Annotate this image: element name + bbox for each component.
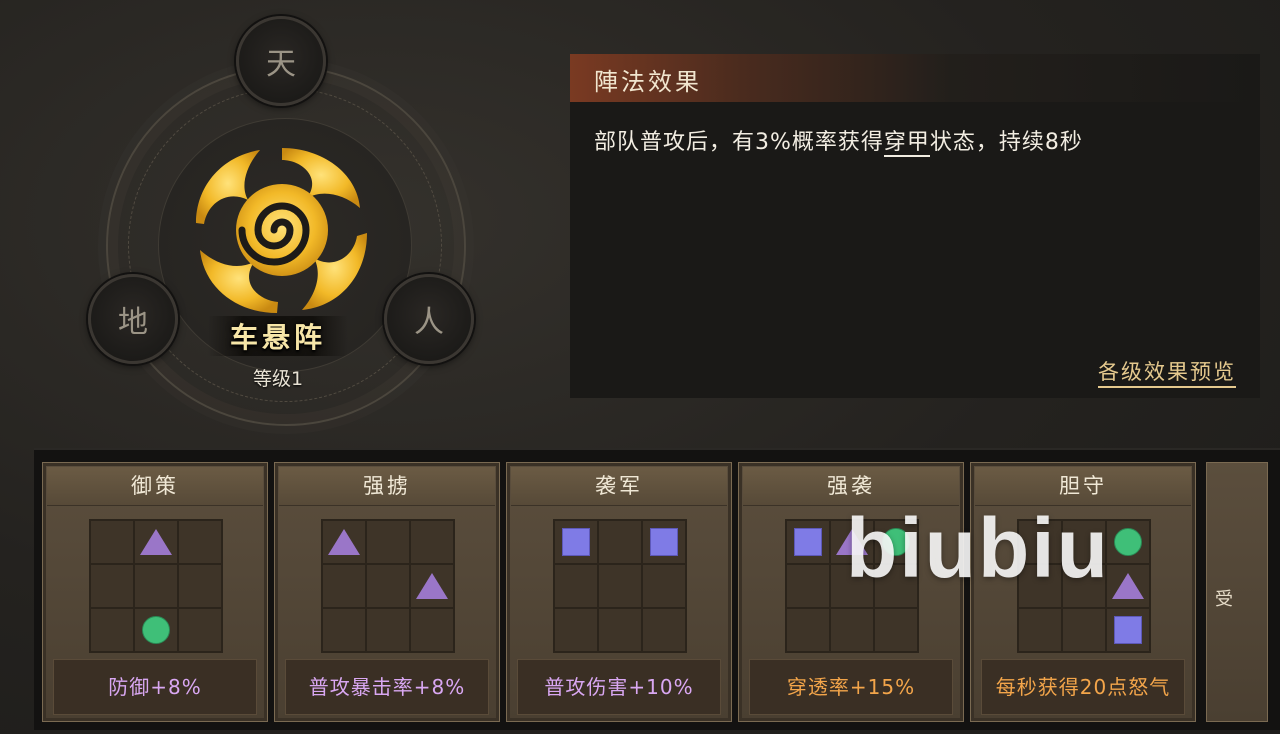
formation-grid (321, 519, 455, 653)
heaven-node[interactable]: 天 (236, 16, 326, 106)
grid-cell (874, 608, 918, 652)
grid-cell (366, 608, 410, 652)
formation-card[interactable]: 袭军普攻伤害+10% (506, 462, 732, 722)
grid-cell (1106, 520, 1150, 564)
human-node-glyph: 人 (414, 305, 444, 340)
grid-cell (642, 520, 686, 564)
square-unit-icon (562, 528, 590, 556)
grid-cell (178, 520, 222, 564)
triangle-unit-icon (1112, 573, 1144, 599)
grid-cell (410, 564, 454, 608)
card-bonus: 每秒获得20点怒气 (981, 659, 1185, 715)
grid-cell (1062, 608, 1106, 652)
human-node[interactable]: 人 (384, 274, 474, 364)
card-bonus: 普攻暴击率+8% (285, 659, 489, 715)
swirl-formation-icon (196, 148, 367, 313)
triangle-unit-icon (140, 529, 172, 555)
grid-cell (554, 608, 598, 652)
grid-cell (178, 564, 222, 608)
triangle-unit-icon (416, 573, 448, 599)
square-unit-icon (794, 528, 822, 556)
grid-cell (322, 520, 366, 564)
level-effects-preview-link[interactable]: 各级效果预览 (1098, 356, 1236, 388)
grid-cell (134, 564, 178, 608)
heaven-node-glyph: 天 (266, 47, 296, 82)
card-bonus: 普攻伤害+10% (517, 659, 721, 715)
card-bonus: 防御+8% (53, 659, 257, 715)
formation-level: 等级1 (252, 368, 304, 390)
effect-title: 陣法效果 (594, 68, 702, 96)
grid-cell (598, 520, 642, 564)
grid-cell (322, 564, 366, 608)
triangle-unit-icon (328, 529, 360, 555)
formation-card[interactable]: 御策防御+8% (42, 462, 268, 722)
grid-cell (598, 564, 642, 608)
grid-cell (598, 608, 642, 652)
card-title: 强掳 (279, 467, 495, 506)
formation-grid (553, 519, 687, 653)
grid-cell (1106, 608, 1150, 652)
grid-cell (90, 520, 134, 564)
grid-cell (134, 608, 178, 652)
card-bonus: 穿透率+15% (749, 659, 953, 715)
card-title: 袭军 (511, 467, 727, 506)
square-unit-icon (1114, 616, 1142, 644)
effect-desc-part2: 状态，持续8秒 (929, 130, 1083, 155)
circle-unit-icon (1114, 528, 1142, 556)
effect-panel: 陣法效果 部队普攻后，有3%概率获得穿甲状态，持续8秒 各级效果预览 (570, 54, 1260, 398)
circle-unit-icon (142, 616, 170, 644)
formation-emblem: 天 地 人 车悬阵 等级1 (88, 16, 478, 426)
grid-cell (410, 608, 454, 652)
formation-name: 车悬阵 (208, 316, 348, 356)
grid-cell (554, 564, 598, 608)
grid-cell (642, 564, 686, 608)
effect-description: 部队普攻后，有3%概率获得穿甲状态，持续8秒 (594, 124, 1234, 162)
card-title: 御策 (47, 467, 263, 506)
grid-cell (554, 520, 598, 564)
grid-cell (1018, 608, 1062, 652)
formation-grid (89, 519, 223, 653)
square-unit-icon (650, 528, 678, 556)
grid-cell (366, 520, 410, 564)
effect-desc-part1: 部队普攻后，有3%概率获得 (594, 130, 884, 155)
formation-card-partial[interactable]: 受 (1206, 462, 1268, 722)
grid-cell (90, 608, 134, 652)
grid-cell (366, 564, 410, 608)
earth-node[interactable]: 地 (88, 274, 178, 364)
watermark: biubiu (846, 501, 1110, 595)
partial-card-title: 受 (1215, 589, 1233, 610)
grid-cell (642, 608, 686, 652)
grid-cell (786, 608, 830, 652)
grid-cell (322, 608, 366, 652)
formation-card[interactable]: 强掳普攻暴击率+8% (274, 462, 500, 722)
formation-screen: 天 地 人 车悬阵 等级1 陣法效果 部队普攻后，有3%概率获得穿甲状态，持续8… (0, 0, 1280, 734)
grid-cell (90, 564, 134, 608)
grid-cell (786, 520, 830, 564)
grid-cell (178, 608, 222, 652)
earth-node-glyph: 地 (118, 305, 148, 340)
grid-cell (134, 520, 178, 564)
grid-cell (410, 520, 454, 564)
grid-cell (1106, 564, 1150, 608)
grid-cell (830, 608, 874, 652)
grid-cell (786, 564, 830, 608)
armor-pierce-keyword[interactable]: 穿甲 (883, 130, 930, 157)
